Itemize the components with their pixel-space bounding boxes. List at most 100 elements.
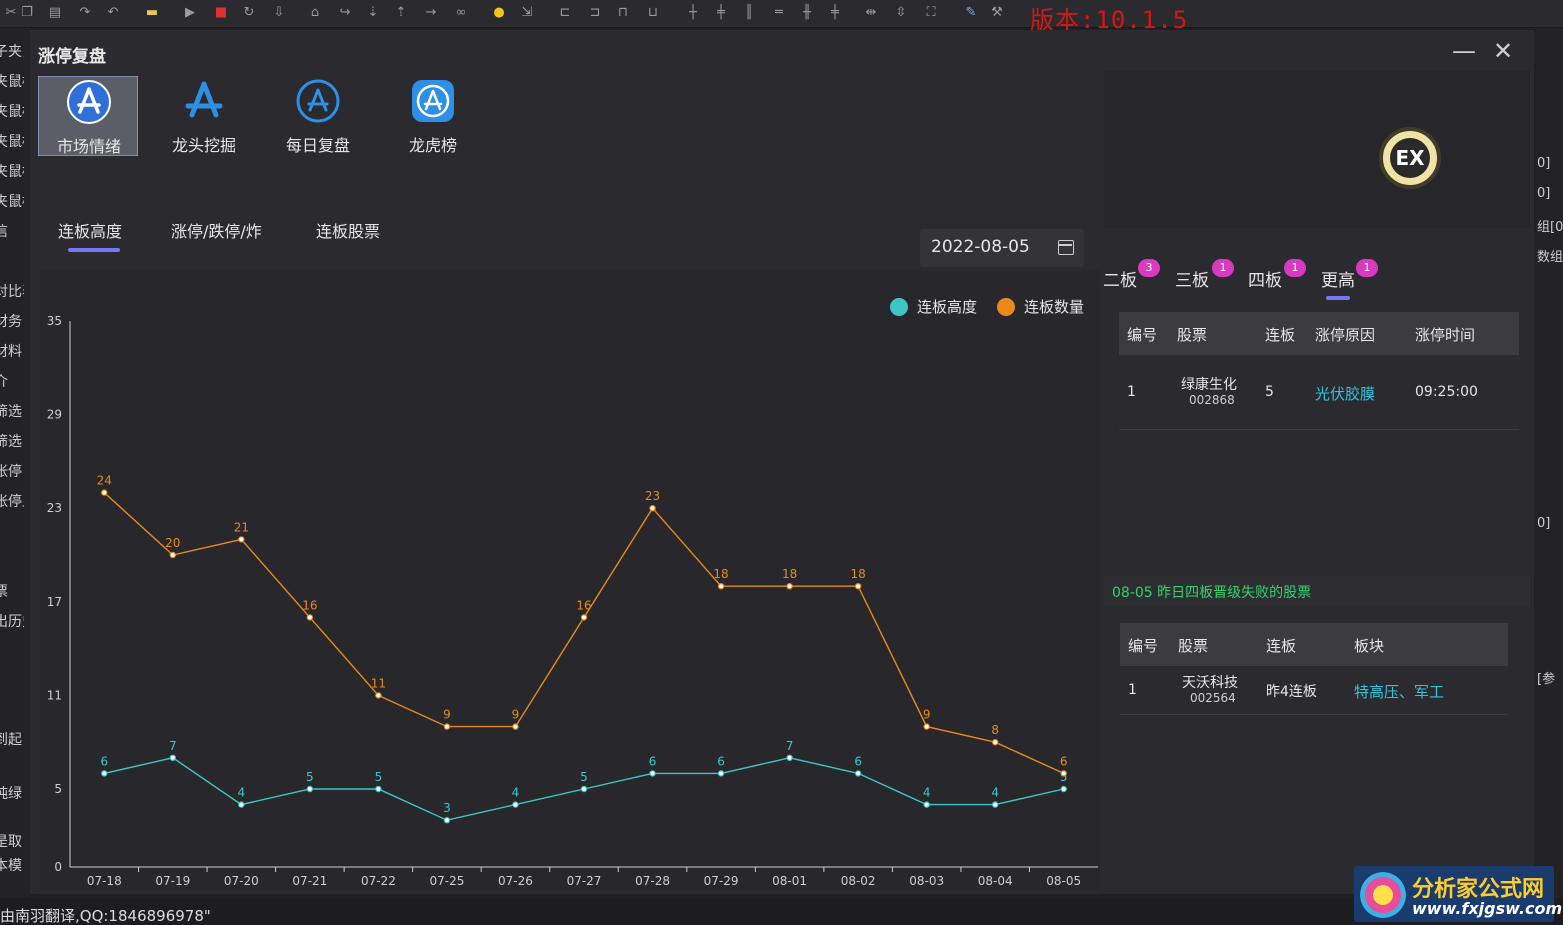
close-button[interactable]: ✕ — [1490, 38, 1516, 64]
size-v-icon[interactable]: ⇳ — [892, 4, 910, 22]
board-tab-higher[interactable]: 更高 — [1321, 266, 1355, 291]
x-tick-label: 08-01 — [772, 874, 807, 888]
app-tile-daily-review[interactable]: 每日复盘 — [268, 76, 368, 156]
link-icon[interactable]: ∞ — [452, 4, 470, 22]
app-tile-dragon-tiger-list[interactable]: 龙虎榜 — [383, 76, 483, 156]
row-divider — [1120, 714, 1508, 715]
data-label: 5 — [580, 770, 588, 784]
board-tab-four[interactable]: 四板 — [1248, 266, 1282, 291]
data-label: 23 — [645, 489, 660, 503]
distribute-icon[interactable]: ║ — [740, 4, 758, 22]
fit-icon[interactable]: ⛶ — [922, 4, 940, 22]
background-list-item: 材料 — [0, 344, 22, 360]
minimize-button[interactable]: — — [1451, 38, 1477, 64]
column-header: 连板 — [1265, 326, 1296, 344]
download-icon[interactable]: ⇩ — [270, 4, 288, 22]
data-label: 11 — [371, 676, 386, 690]
align-bottom-icon[interactable]: ⊔ — [644, 4, 662, 22]
data-label: 18 — [850, 567, 865, 581]
redo-icon[interactable]: ↷ — [76, 4, 94, 22]
refresh-icon[interactable]: ↻ — [240, 4, 258, 22]
date-value: 2022-08-05 — [931, 237, 1030, 257]
board-tab-two[interactable]: 二板 — [1103, 266, 1137, 291]
section-title: 08-05 昨日四板晋级失败的股票 — [1112, 585, 1312, 601]
y-tick-label: 17 — [47, 595, 62, 609]
open-folder-icon[interactable]: ▬ — [143, 4, 161, 22]
step-icon[interactable]: ↪ — [336, 4, 354, 22]
active-board-indicator — [1326, 296, 1350, 300]
app-label: 市场情绪 — [56, 137, 121, 156]
distribute-v-icon[interactable]: ═ — [770, 4, 788, 22]
data-point — [854, 583, 862, 590]
sector-link[interactable]: 特高压、军工 — [1354, 681, 1444, 702]
streak-count: 5 — [1265, 384, 1274, 400]
app-tile-market-sentiment[interactable]: 市场情绪 — [38, 76, 138, 156]
app-label: 龙头挖掘 — [171, 136, 236, 155]
paste-icon[interactable]: ▤ — [46, 4, 64, 22]
app-store-icon — [412, 80, 454, 122]
x-tick-label: 07-28 — [635, 874, 670, 888]
calendar-icon[interactable] — [1058, 240, 1074, 255]
board-badge: 1 — [1356, 259, 1378, 277]
align-middle-icon[interactable]: ╪ — [712, 4, 730, 22]
data-point — [443, 723, 451, 730]
export-icon[interactable]: ⇲ — [518, 4, 536, 22]
center-h-icon[interactable]: ╫ — [798, 4, 816, 22]
background-list-item: 是取 — [0, 834, 22, 850]
data-point — [101, 770, 108, 777]
limit-up-reason-link[interactable]: 光伏胶膜 — [1315, 383, 1375, 404]
app-store-icon — [185, 81, 223, 118]
dialog-title: 涨停复盘 — [38, 47, 106, 67]
forward-icon[interactable]: → — [422, 4, 440, 22]
background-list-item: 数组 — [1537, 250, 1563, 265]
app-label: 龙虎榜 — [408, 136, 457, 155]
undo-icon[interactable]: ↶ — [104, 4, 122, 22]
board-tab-three[interactable]: 三板 — [1175, 266, 1209, 291]
background-list-item: 张停显 — [0, 494, 24, 510]
status-bar-text: 由南羽翻译,QQ:1846896978" — [0, 907, 211, 925]
tab-streak-height[interactable]: 连板高度 — [58, 218, 122, 242]
size-h-icon[interactable]: ⇹ — [862, 4, 880, 22]
background-list-item: 夹鼠标 — [0, 164, 24, 180]
compile-icon[interactable]: ⌂ — [306, 4, 324, 22]
data-point — [717, 770, 725, 777]
align-right-icon[interactable]: ⊐ — [586, 4, 604, 22]
watermark-url: www.fxjgsw.com — [1412, 899, 1563, 918]
app-store-icon — [67, 80, 111, 124]
background-toolbar: ✂ ❐ ▤ ↷ ↶ ▬ ▶ ■ ↻ ⇩ ⌂ ↪ ⇣ ⇡ → ∞ ● ⇲ ⊏ ⊐ ⊓ ⊔ ┼ ╪ ║ ═ ╫ ╪ ⇹ ⇳ ⛶ ✎ ⚒ — [0, 0, 1563, 28]
data-point — [649, 770, 656, 777]
align-center-icon[interactable]: ┼ — [684, 4, 702, 22]
y-tick-label: 0 — [54, 860, 62, 874]
data-label: 4 — [991, 786, 999, 800]
board-badge: 1 — [1284, 259, 1306, 277]
data-point — [443, 817, 451, 824]
limit-up-review-dialog: 涨停复盘 — ✕ 市场情绪 龙头挖掘 每日复盘 龙虎榜 连板高度 涨停/跌停/炸… — [30, 30, 1534, 894]
data-label: 24 — [97, 474, 112, 488]
app-store-icon — [296, 79, 340, 123]
background-list-item: 本模 — [0, 858, 22, 874]
data-label: 5 — [306, 770, 314, 784]
align-top-icon[interactable]: ⊓ — [614, 4, 632, 22]
app-tile-leader-mining[interactable]: 龙头挖掘 — [154, 76, 254, 156]
tools-icon[interactable]: ⚒ — [988, 4, 1006, 22]
data-point — [238, 801, 245, 808]
play-icon[interactable]: ▶ — [181, 4, 199, 22]
x-tick-label: 07-26 — [498, 874, 533, 888]
copy-icon[interactable]: ❐ — [18, 4, 36, 22]
center-v-icon[interactable]: ╪ — [826, 4, 844, 22]
pen-icon[interactable]: ✎ — [962, 4, 980, 22]
data-label: 4 — [512, 786, 520, 800]
tab-limit-up-down[interactable]: 涨停/跌停/炸 — [171, 218, 262, 242]
step-into-icon[interactable]: ⇣ — [364, 4, 382, 22]
step-out-icon[interactable]: ⇡ — [392, 4, 410, 22]
data-label: 9 — [512, 708, 520, 722]
stop-icon[interactable]: ■ — [212, 4, 230, 22]
bulb-icon[interactable]: ● — [490, 4, 508, 22]
background-list-item: 筛选 — [0, 404, 22, 420]
row-index: 1 — [1128, 682, 1137, 698]
date-picker[interactable]: 2022-08-05 — [920, 229, 1084, 267]
align-left-icon[interactable]: ⊏ — [556, 4, 574, 22]
tab-streak-stocks[interactable]: 连板股票 — [316, 218, 380, 242]
ex-logo-text: EX — [1390, 138, 1430, 178]
background-list-item: 到起 — [0, 732, 22, 748]
